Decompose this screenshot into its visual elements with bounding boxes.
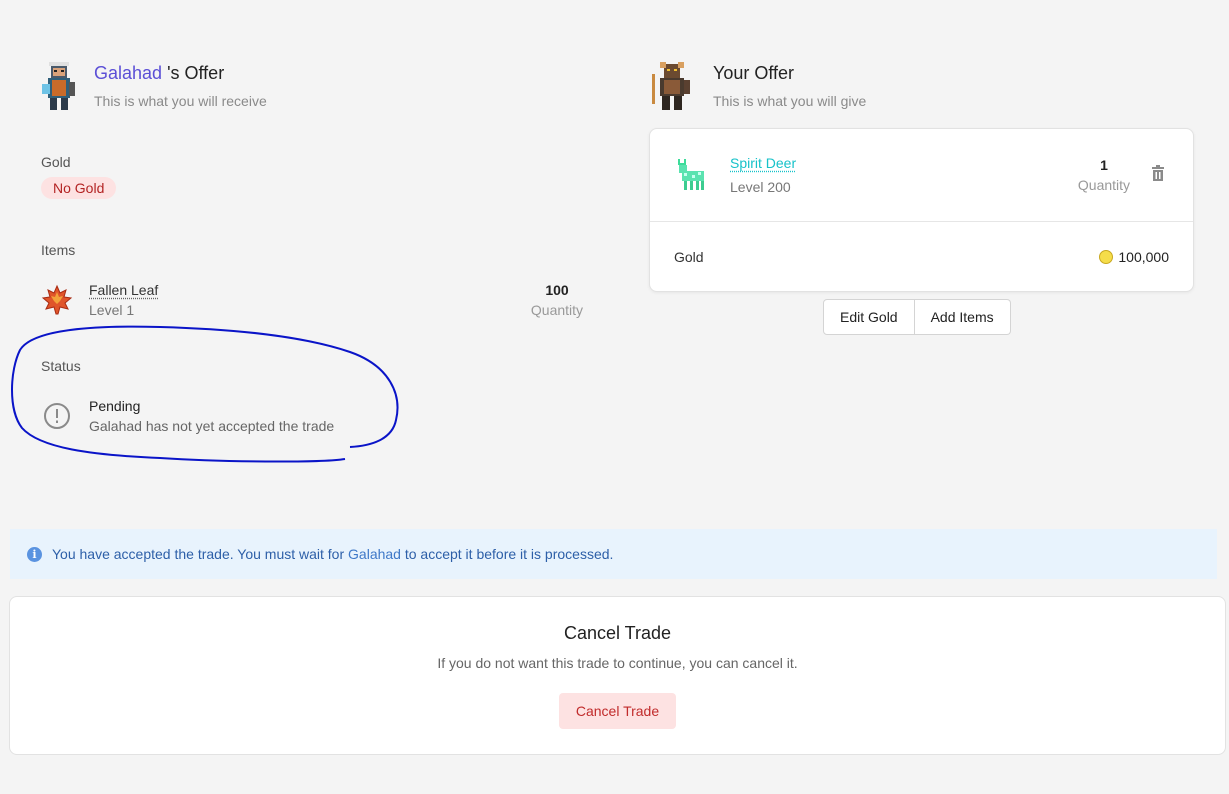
add-items-button[interactable]: Add Items [914, 299, 1011, 335]
your-item-quantity-label: Quantity [1077, 177, 1131, 193]
info-banner: i You have accepted the trade. You must … [10, 529, 1217, 579]
info-username-link[interactable]: Galahad [348, 546, 401, 562]
trash-icon[interactable] [1149, 164, 1167, 182]
card-divider [650, 221, 1193, 222]
gold-coin-icon [1099, 250, 1114, 264]
annotation-circle [11, 325, 399, 463]
cancel-trade-description: If you do not want this trade to continu… [437, 655, 798, 671]
cancel-trade-card: Cancel Trade If you do not want this tra… [9, 596, 1226, 755]
offer-actions: Edit Gold Add Items [823, 299, 1011, 335]
your-item-level: Level 200 [730, 179, 791, 195]
cancel-trade-title: Cancel Trade [563, 623, 672, 643]
their-item-quantity-label: Quantity [530, 302, 584, 318]
your-gold-amount: 100,000 [1099, 249, 1169, 265]
your-gold-label: Gold [674, 249, 704, 265]
your-offer-title: Your Offer [713, 63, 795, 83]
info-text-after: to accept it before it is processed. [400, 546, 614, 562]
spirit-deer-icon [674, 157, 710, 193]
info-text: You have accepted the trade. You must wa… [52, 546, 613, 562]
your-item-quantity: 1 [1100, 157, 1108, 173]
your-gold-value: 100,000 [1118, 249, 1169, 265]
info-text-before: You have accepted the trade. You must wa… [52, 546, 349, 562]
cancel-trade-button-wrap: Cancel Trade [10, 693, 1225, 729]
info-icon: i [27, 546, 42, 562]
edit-gold-button[interactable]: Edit Gold [823, 299, 915, 335]
cancel-trade-button[interactable]: Cancel Trade [558, 693, 677, 729]
your-offer-card: Spirit Deer Level 200 1 Quantity Gold 10… [649, 128, 1194, 292]
your-avatar [650, 60, 690, 112]
your-item-name[interactable]: Spirit Deer [730, 155, 796, 171]
your-offer-subtitle: This is what you will give [713, 93, 867, 109]
their-item-quantity: 100 [545, 282, 569, 298]
